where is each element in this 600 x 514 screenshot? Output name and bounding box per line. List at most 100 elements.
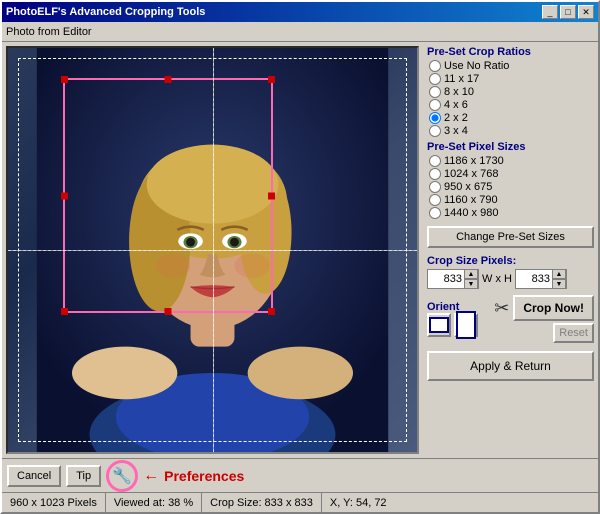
- portrait-icon: [456, 311, 476, 339]
- radio-11x17-input[interactable]: [429, 73, 441, 85]
- window-title: PhotoELF's Advanced Cropping Tools: [6, 6, 205, 18]
- preset-crop-section: Pre-Set Crop Ratios Use No Ratio 11 x 17…: [427, 46, 594, 137]
- crop-size-label: Crop Size Pixels:: [427, 255, 594, 267]
- close-button[interactable]: ✕: [578, 5, 594, 19]
- minimize-button[interactable]: _: [542, 5, 558, 19]
- image-panel: [6, 46, 419, 454]
- crop-size-separator: W x H: [482, 273, 512, 285]
- width-down-arrow[interactable]: ▼: [464, 279, 478, 289]
- orient-landscape-button[interactable]: [427, 313, 451, 337]
- radio-8x10-label: 8 x 10: [444, 86, 474, 98]
- height-input[interactable]: [516, 273, 552, 285]
- height-down-arrow[interactable]: ▼: [552, 279, 566, 289]
- radio-4x6-label: 4 x 6: [444, 99, 468, 111]
- radio-8x10[interactable]: 8 x 10: [429, 86, 594, 98]
- radio-1024x768[interactable]: 1024 x 768: [429, 168, 594, 180]
- radio-1024x768-input[interactable]: [429, 168, 441, 180]
- radio-1160x790[interactable]: 1160 x 790: [429, 194, 594, 206]
- maximize-button[interactable]: □: [560, 5, 576, 19]
- scissors-cropnow: ✂ Crop Now!: [494, 295, 594, 321]
- main-window: PhotoELF's Advanced Cropping Tools _ □ ✕…: [0, 0, 600, 514]
- radio-1160x790-input[interactable]: [429, 194, 441, 206]
- apply-return-button[interactable]: Apply & Return: [427, 351, 594, 381]
- crop-handle-tc[interactable]: [165, 76, 172, 83]
- radio-1160x790-label: 1160 x 790: [444, 194, 498, 206]
- radio-1186x1730-input[interactable]: [429, 155, 441, 167]
- status-dimensions: 960 x 1023 Pixels: [2, 493, 106, 512]
- wrench-icon: 🔧: [112, 466, 132, 486]
- radio-no-ratio[interactable]: Use No Ratio: [429, 60, 594, 72]
- status-crop-size: Crop Size: 833 x 833: [202, 493, 322, 512]
- crop-handle-tr[interactable]: [268, 76, 275, 83]
- crop-size-row: ▲ ▼ W x H ▲ ▼: [427, 269, 594, 289]
- crop-handle-bc[interactable]: [165, 308, 172, 315]
- radio-11x17-label: 11 x 17: [444, 73, 479, 85]
- radio-950x675-label: 950 x 675: [444, 181, 492, 193]
- preset-pixel-title: Pre-Set Pixel Sizes: [427, 141, 594, 153]
- landscape-icon: [429, 317, 449, 333]
- preset-pixel-section: Pre-Set Pixel Sizes 1186 x 1730 1024 x 7…: [427, 141, 594, 219]
- orient-section: Orient: [427, 301, 478, 337]
- crosshair-vertical: [213, 48, 214, 452]
- crop-size-section: Crop Size Pixels: ▲ ▼ W x H ▲: [427, 255, 594, 289]
- radio-1440x980[interactable]: 1440 x 980: [429, 207, 594, 219]
- radio-no-ratio-input[interactable]: [429, 60, 441, 72]
- radio-11x17[interactable]: 11 x 17: [429, 73, 594, 85]
- radio-2x2[interactable]: 2 x 2: [429, 112, 594, 124]
- crop-now-button[interactable]: Crop Now!: [513, 295, 594, 321]
- radio-4x6[interactable]: 4 x 6: [429, 99, 594, 111]
- subtitle-label: Photo from Editor: [6, 26, 92, 38]
- width-input[interactable]: [428, 273, 464, 285]
- width-arrows: ▲ ▼: [464, 269, 478, 289]
- crop-handle-tl[interactable]: [61, 76, 68, 83]
- preset-pixel-radios: 1186 x 1730 1024 x 768 950 x 675 1160 x …: [429, 155, 594, 219]
- tip-button[interactable]: Tip: [66, 465, 101, 487]
- radio-8x10-input[interactable]: [429, 86, 441, 98]
- width-spinbox[interactable]: ▲ ▼: [427, 269, 479, 289]
- scissors-icon: ✂: [494, 298, 509, 319]
- width-up-arrow[interactable]: ▲: [464, 269, 478, 279]
- radio-950x675[interactable]: 950 x 675: [429, 181, 594, 193]
- status-bar: 960 x 1023 Pixels Viewed at: 38 % Crop S…: [2, 492, 598, 512]
- menu-bar: Photo from Editor: [2, 22, 598, 42]
- title-bar-buttons: _ □ ✕: [542, 5, 594, 19]
- radio-1186x1730[interactable]: 1186 x 1730: [429, 155, 594, 167]
- status-viewed: Viewed at: 38 %: [106, 493, 202, 512]
- preferences-label: Preferences: [164, 468, 244, 484]
- preferences-arrow: ←: [143, 467, 159, 485]
- orient-portrait-button[interactable]: [454, 313, 478, 337]
- cancel-button[interactable]: Cancel: [7, 465, 61, 487]
- radio-2x2-input[interactable]: [429, 112, 441, 124]
- radio-2x2-label: 2 x 2: [444, 112, 468, 124]
- height-up-arrow[interactable]: ▲: [552, 269, 566, 279]
- crop-handle-br[interactable]: [268, 308, 275, 315]
- radio-3x4[interactable]: 3 x 4: [429, 125, 594, 137]
- radio-3x4-label: 3 x 4: [444, 125, 468, 137]
- bottom-bar: Cancel Tip 🔧 ← Preferences: [2, 458, 598, 492]
- radio-4x6-input[interactable]: [429, 99, 441, 111]
- right-panel: Pre-Set Crop Ratios Use No Ratio 11 x 17…: [423, 42, 598, 458]
- crop-box[interactable]: [63, 78, 273, 313]
- radio-950x675-input[interactable]: [429, 181, 441, 193]
- preferences-circle-button[interactable]: 🔧: [106, 460, 138, 492]
- crop-handle-bl[interactable]: [61, 308, 68, 315]
- change-preset-button[interactable]: Change Pre-Set Sizes: [427, 226, 594, 248]
- orient-cropnow-row: Orient ✂ Crop Now! Res: [427, 295, 594, 343]
- reset-button[interactable]: Reset: [553, 323, 594, 343]
- height-arrows: ▲ ▼: [552, 269, 566, 289]
- orient-buttons: [427, 313, 478, 337]
- crop-handle-mr[interactable]: [268, 192, 275, 199]
- radio-1186x1730-label: 1186 x 1730: [444, 155, 504, 167]
- height-spinbox[interactable]: ▲ ▼: [515, 269, 567, 289]
- crop-handle-ml[interactable]: [61, 192, 68, 199]
- radio-1440x980-input[interactable]: [429, 207, 441, 219]
- radio-3x4-input[interactable]: [429, 125, 441, 137]
- radio-1440x980-label: 1440 x 980: [444, 207, 498, 219]
- preset-crop-radios: Use No Ratio 11 x 17 8 x 10 4 x 6: [429, 60, 594, 137]
- title-bar: PhotoELF's Advanced Cropping Tools _ □ ✕: [2, 2, 598, 22]
- photo-area: [8, 48, 417, 452]
- radio-no-ratio-label: Use No Ratio: [444, 60, 509, 72]
- crop-now-section: ✂ Crop Now! Reset: [494, 295, 594, 343]
- content-area: Pre-Set Crop Ratios Use No Ratio 11 x 17…: [2, 42, 598, 458]
- radio-1024x768-label: 1024 x 768: [444, 168, 498, 180]
